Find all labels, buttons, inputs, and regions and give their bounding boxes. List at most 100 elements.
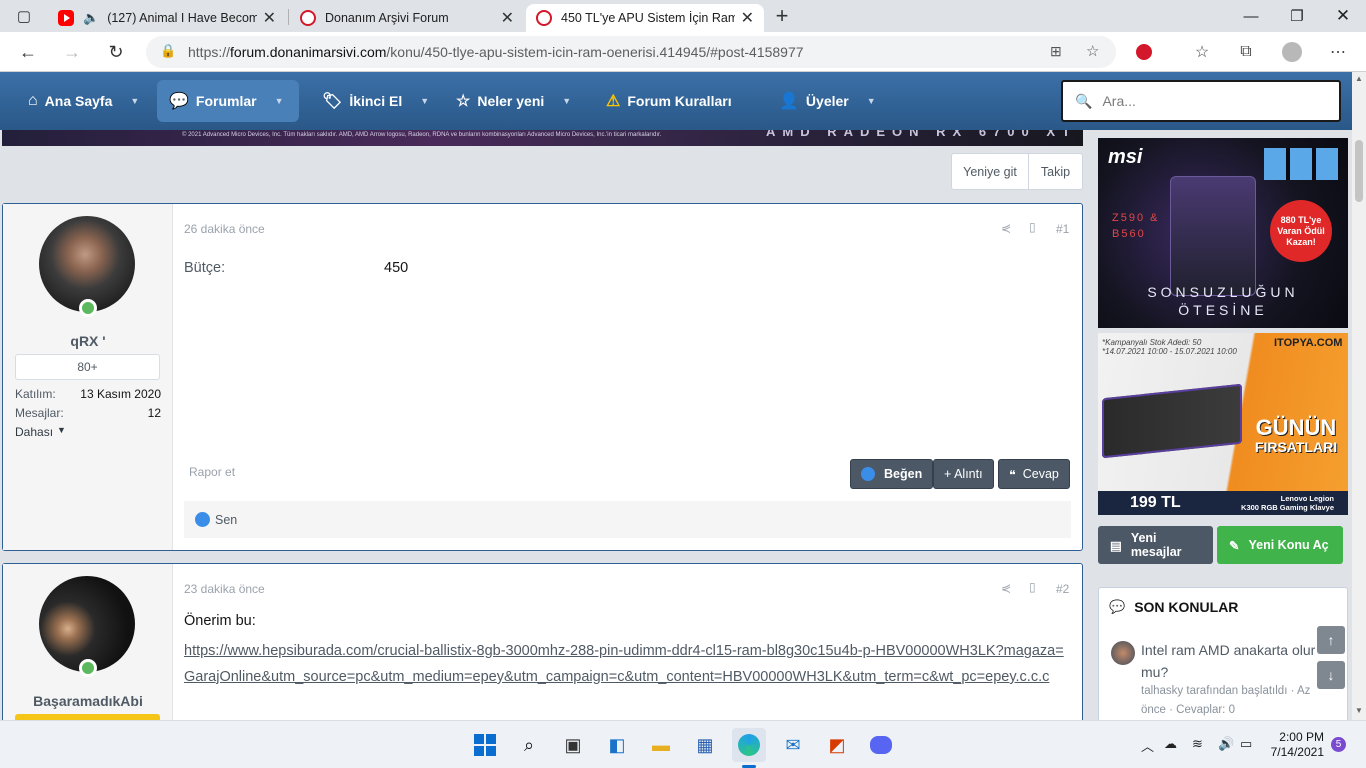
start-button[interactable]: [468, 728, 502, 762]
extension-icon[interactable]: [1128, 36, 1160, 68]
nav-members[interactable]: 👤 Üyeler ▼: [767, 80, 888, 122]
onedrive-icon[interactable]: ☁: [1164, 736, 1177, 752]
file-explorer-icon[interactable]: ▬: [644, 728, 678, 762]
chevron-down-icon[interactable]: ▼: [867, 96, 876, 106]
read-view-icon[interactable]: ⊞: [1050, 43, 1062, 60]
post-time[interactable]: 23 dakika önce: [184, 582, 265, 596]
more-toggle[interactable]: Dahası ▼: [15, 425, 161, 439]
like-icon: [195, 512, 210, 527]
scroll-up-arrow-icon[interactable]: ▲: [1355, 74, 1363, 83]
discord-icon[interactable]: [864, 728, 898, 762]
bookmark-icon[interactable]: ▯: [1029, 220, 1036, 234]
forum-nav: ⌂ Ana Sayfa ▼ 💬 Forumlar ▼ 🏷 İkinci El ▼ ☆ Nele…: [0, 72, 1352, 130]
avatar[interactable]: [1111, 641, 1135, 665]
message-count: Mesajlar: 12: [15, 406, 161, 420]
scrollbar-thumb[interactable]: [1355, 140, 1363, 202]
search-icon: 🔍: [1075, 92, 1093, 109]
online-status-icon: [79, 659, 97, 677]
itopya-ad[interactable]: *Kampanyalı Stok Adedi: 50 *14.07.2021 1…: [1098, 333, 1348, 515]
username[interactable]: BaşaramadıkAbi: [3, 693, 173, 709]
chevron-down-icon[interactable]: ▼: [275, 96, 284, 106]
quote-button[interactable]: + Alıntı: [933, 459, 994, 489]
nav-home[interactable]: ⌂ Ana Sayfa ▼: [16, 80, 151, 122]
scroll-down-arrow-icon[interactable]: ▼: [1355, 706, 1363, 715]
new-topic-button[interactable]: ✎ Yeni Konu Aç: [1217, 526, 1343, 564]
post-number[interactable]: #2: [1056, 582, 1069, 596]
back-button[interactable]: ←: [12, 36, 44, 68]
chevron-down-icon[interactable]: ▼: [562, 96, 571, 106]
lock-icon[interactable]: 🔒: [160, 43, 176, 59]
mail-icon[interactable]: ✉: [776, 728, 810, 762]
msi-ad[interactable]: msi Z590 & B560 880 TL'ye Varan Ödül Kaz…: [1098, 138, 1348, 328]
tab-youtube[interactable]: 🔈 (127) Animal I Have Become ✕: [48, 4, 286, 32]
collections-icon[interactable]: ⧉: [1230, 36, 1262, 68]
scroll-down-button[interactable]: ↓: [1317, 661, 1345, 689]
volume-icon[interactable]: 🔊: [1218, 736, 1234, 752]
tab-active-thread[interactable]: 450 TL'ye APU Sistem İçin Ram Ö ✕: [526, 4, 764, 32]
search-icon[interactable]: ⌕: [512, 728, 546, 762]
ad-banner-strip[interactable]: © 2021 Advanced Micro Devices, Inc. Tüm …: [2, 130, 1083, 146]
favorite-add-icon[interactable]: ☆: [1086, 42, 1099, 60]
store-icon[interactable]: ▦: [688, 728, 722, 762]
recent-topics-widget: 💬 SON KONULAR Intel ram AMD anakarta olur…: [1098, 587, 1348, 727]
url-field[interactable]: 🔒 https://forum.donanimarsivi.com/konu/4…: [146, 36, 1116, 68]
tab-actions-icon[interactable]: ▢: [8, 0, 40, 32]
show-hidden-icons[interactable]: ︿: [1141, 736, 1154, 755]
new-tab-button[interactable]: +: [766, 0, 798, 32]
clock[interactable]: 2:00 PM 7/14/2021: [1264, 730, 1324, 760]
widgets-icon[interactable]: ◧: [600, 728, 634, 762]
post-time[interactable]: 26 dakika önce: [184, 222, 265, 236]
edge-icon[interactable]: [732, 728, 766, 762]
go-to-new-button[interactable]: Yeniye git: [951, 153, 1029, 190]
battery-icon[interactable]: ▭: [1240, 736, 1252, 752]
chat-icon: 💬: [169, 93, 189, 110]
task-view-icon[interactable]: ▣: [556, 728, 590, 762]
minimize-button[interactable]: —: [1228, 0, 1274, 32]
reply-button[interactable]: ❝ Cevap: [998, 459, 1070, 489]
profile-avatar[interactable]: [1276, 36, 1308, 68]
office-icon[interactable]: ◩: [820, 728, 854, 762]
page-scrollbar[interactable]: ▲ ▼: [1352, 72, 1366, 720]
bookmark-icon[interactable]: ▯: [1029, 580, 1036, 594]
close-tab-icon[interactable]: ✕: [501, 8, 514, 28]
avatar[interactable]: [39, 216, 135, 312]
avatar[interactable]: [39, 576, 135, 672]
close-window-button[interactable]: ✕: [1320, 0, 1366, 32]
tab-title: Donanım Arşivi Forum: [325, 11, 449, 25]
wifi-icon[interactable]: ≋: [1192, 736, 1203, 752]
quote-marks-icon: ❝: [1009, 467, 1016, 482]
refresh-button[interactable]: ↻: [100, 36, 132, 68]
forward-button[interactable]: →: [56, 36, 88, 68]
post-user-panel: qRX ' 80+ Katılım: 13 Kasım 2020 Mesajlar…: [3, 204, 173, 550]
notification-badge[interactable]: 5: [1331, 737, 1346, 752]
nav-second-hand[interactable]: 🏷 İkinci El ▼: [310, 80, 441, 122]
report-link[interactable]: Rapor et: [189, 465, 235, 479]
product-link[interactable]: https://www.hepsiburada.com/crucial-ball…: [184, 638, 1068, 690]
chevron-down-icon[interactable]: ▼: [420, 96, 429, 106]
tab-forum[interactable]: Donanım Arşivi Forum ✕: [290, 4, 524, 32]
user-icon: 👤: [779, 93, 799, 110]
favorites-icon[interactable]: ☆: [1186, 36, 1218, 68]
scroll-up-button[interactable]: ↑: [1317, 626, 1345, 654]
like-button[interactable]: Beğen: [850, 459, 934, 489]
nav-whats-new[interactable]: ☆ Neler yeni ▼: [444, 80, 583, 122]
username[interactable]: qRX ': [3, 333, 173, 349]
likes-bar: Sen: [184, 501, 1071, 538]
follow-button[interactable]: Takip: [1028, 153, 1083, 190]
close-tab-icon[interactable]: ✕: [741, 8, 754, 28]
close-tab-icon[interactable]: ✕: [263, 8, 276, 28]
post-number[interactable]: #1: [1056, 222, 1069, 236]
post-intro: Önerim bu:: [184, 613, 256, 629]
donanimarsivi-icon: [300, 10, 316, 26]
speaker-icon[interactable]: 🔈: [83, 10, 99, 26]
maximize-button[interactable]: ❐: [1274, 0, 1320, 32]
search-input[interactable]: 🔍 Ara...: [1061, 80, 1341, 122]
share-icon[interactable]: ⋞: [1001, 221, 1011, 235]
settings-menu-icon[interactable]: ⋯: [1322, 36, 1354, 68]
nav-forums[interactable]: 💬 Forumlar ▼: [157, 80, 299, 122]
new-messages-button[interactable]: ▤ Yeni mesajlar: [1098, 526, 1213, 564]
nav-rules[interactable]: ⚠ Forum Kuralları: [594, 80, 744, 122]
share-icon[interactable]: ⋞: [1001, 581, 1011, 595]
recent-topic-link[interactable]: Intel ram AMD anakarta olur mu?: [1141, 639, 1341, 683]
chevron-down-icon[interactable]: ▼: [130, 96, 139, 106]
